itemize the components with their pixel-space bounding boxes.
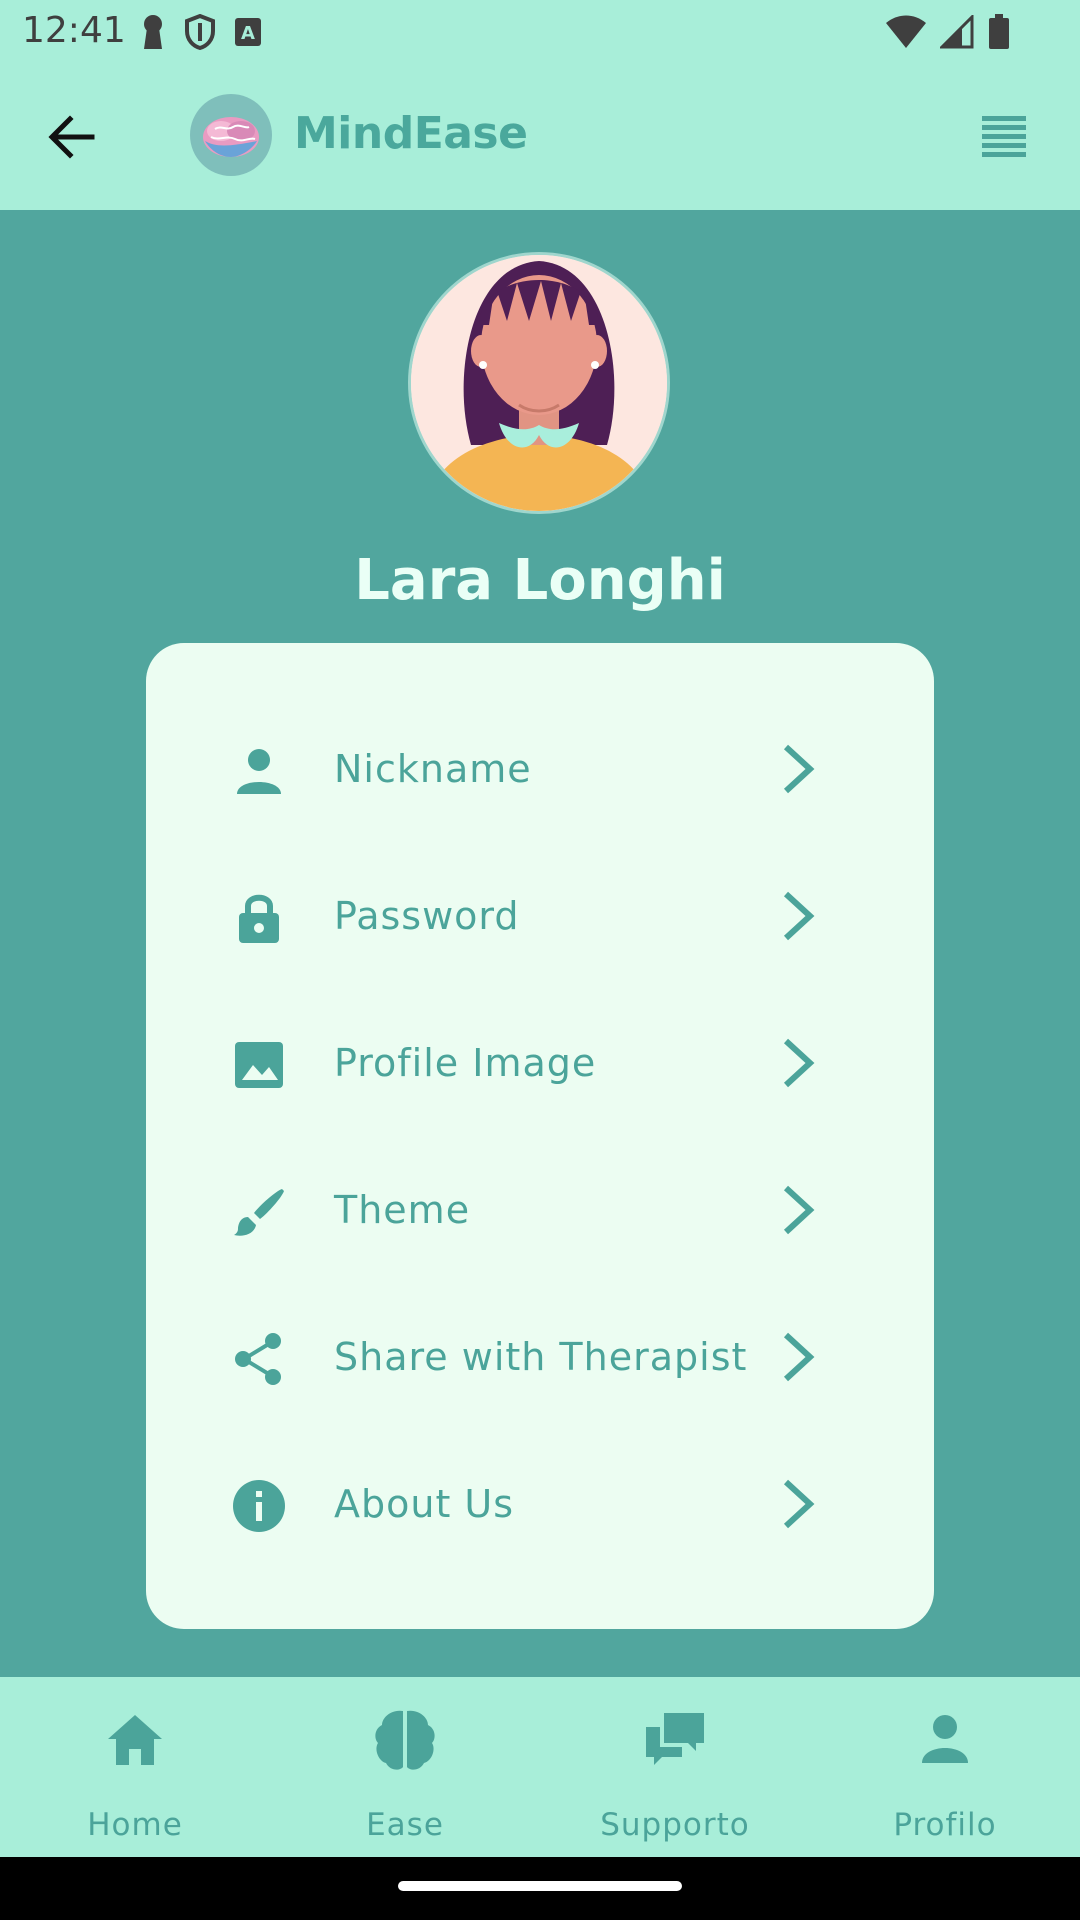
nav-label: Profilo: [893, 1807, 997, 1843]
nav-item-supporto[interactable]: Supporto: [540, 1677, 810, 1857]
menu-icon: [982, 116, 1026, 157]
keyhole-icon: [144, 15, 162, 49]
menu-button[interactable]: [980, 114, 1028, 158]
profile-name: Lara Longhi: [354, 548, 726, 613]
battery-icon: [989, 14, 1009, 49]
chevron-right-icon: [783, 1038, 815, 1088]
nav-item-ease[interactable]: Ease: [270, 1677, 540, 1857]
settings-card: Nickname Password Profile Image Theme Sh…: [146, 643, 934, 1629]
nav-label: Supporto: [600, 1807, 750, 1843]
person-icon: [922, 1715, 968, 1763]
image-icon: [235, 1042, 283, 1088]
settings-item-label: Nickname: [334, 747, 532, 791]
wifi-icon: [886, 15, 926, 48]
chevron-right-icon: [783, 744, 815, 794]
home-icon: [108, 1715, 162, 1765]
settings-item-profile-image[interactable]: Profile Image: [146, 1003, 934, 1123]
settings-item-label: About Us: [334, 1482, 515, 1526]
settings-item-label: Profile Image: [334, 1041, 597, 1085]
a-icon: A: [235, 18, 261, 46]
nav-label: Home: [87, 1807, 183, 1843]
settings-item-label: Share with Therapist: [334, 1335, 748, 1379]
settings-item-share-therapist[interactable]: Share with Therapist: [146, 1297, 934, 1417]
signal-icon: [940, 15, 974, 49]
app-title: MindEase: [294, 108, 528, 159]
settings-item-password[interactable]: Password: [146, 856, 934, 976]
settings-item-about-us[interactable]: About Us: [146, 1444, 934, 1564]
brain-logo-icon: [203, 117, 259, 157]
info-icon: [233, 1480, 285, 1532]
chat-icon: [646, 1713, 704, 1765]
lock-icon: [239, 894, 279, 943]
nav-item-profilo[interactable]: Profilo: [810, 1677, 1080, 1857]
shield-icon: [185, 14, 215, 50]
bottom-nav: Home Ease Supporto Profilo: [0, 1677, 1080, 1857]
status-icons-left: A: [140, 14, 262, 50]
status-bar: 12:41 A: [0, 0, 1080, 64]
app-bar: MindEase: [0, 64, 1080, 210]
avatar-illustration: [411, 255, 667, 511]
avatar: [408, 252, 670, 514]
settings-item-theme[interactable]: Theme: [146, 1150, 934, 1270]
brain-icon: [375, 1710, 435, 1770]
arrow-back-icon: [48, 115, 95, 159]
settings-item-label: Password: [334, 894, 520, 938]
brush-icon: [234, 1189, 284, 1236]
svg-text:A: A: [241, 23, 255, 44]
person-icon: [237, 749, 281, 794]
nav-item-home[interactable]: Home: [0, 1677, 270, 1857]
app-logo: [190, 94, 272, 176]
chevron-right-icon: [783, 1185, 815, 1235]
chevron-right-icon: [783, 1479, 815, 1529]
settings-item-label: Theme: [334, 1188, 471, 1232]
status-time: 12:41: [22, 10, 126, 51]
home-indicator[interactable]: [398, 1881, 682, 1891]
chevron-right-icon: [783, 1332, 815, 1382]
share-icon: [235, 1333, 281, 1385]
nav-label: Ease: [366, 1807, 444, 1843]
status-icons-right: [886, 14, 1010, 50]
chevron-right-icon: [783, 891, 815, 941]
settings-item-nickname[interactable]: Nickname: [146, 709, 934, 829]
back-button[interactable]: [44, 109, 100, 165]
